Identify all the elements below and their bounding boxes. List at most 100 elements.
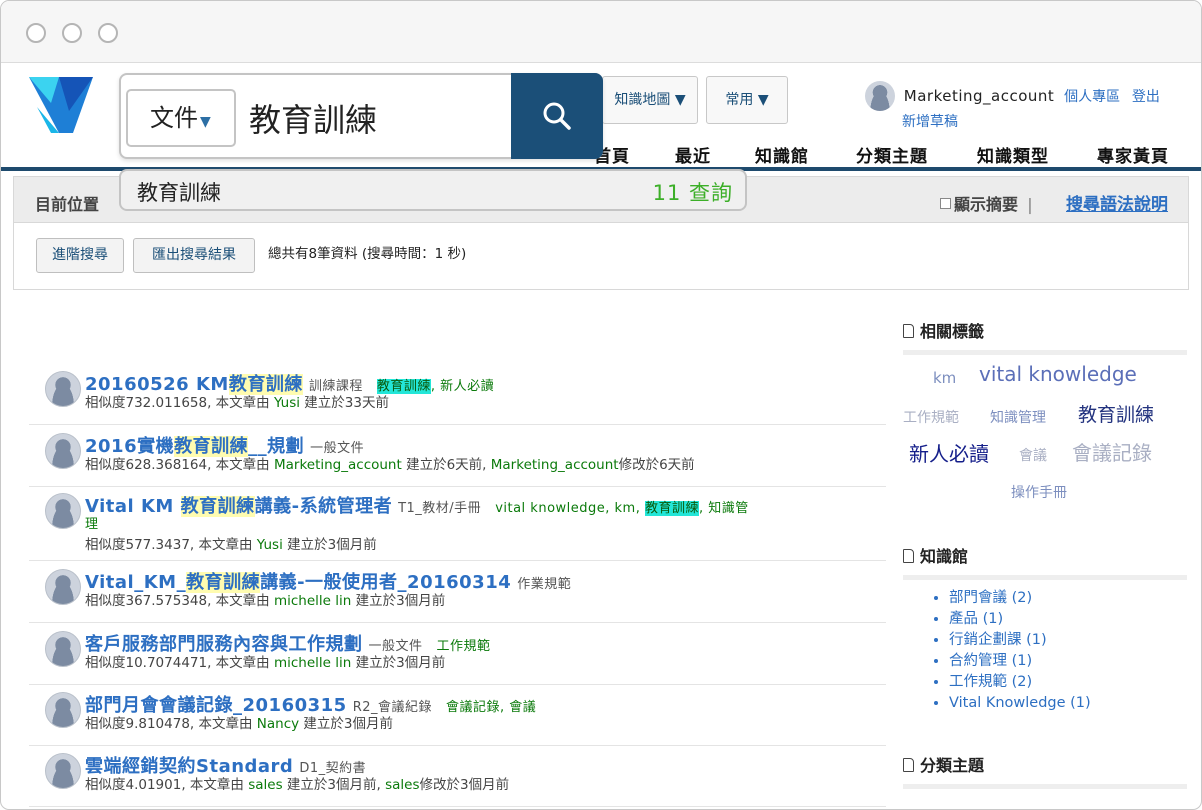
knowledge-hall-header: 知識館 xyxy=(903,543,1187,580)
result-tag[interactable]: vital knowledge xyxy=(495,501,605,516)
browser-window: 知識地圖 ▼ 常用 ▼ Marketing_account 個人專區 登出 新增… xyxy=(0,0,1202,810)
current-location-label: 目前位置 xyxy=(35,195,100,214)
result-editor[interactable]: sales xyxy=(385,777,419,793)
minimize-window-dot[interactable] xyxy=(62,23,82,43)
result-tag[interactable]: 教育訓練 xyxy=(645,501,700,516)
cloud-tag[interactable]: 新人必讀 xyxy=(909,438,989,467)
cloud-tag[interactable]: 教育訓練 xyxy=(1078,400,1154,427)
cloud-tag[interactable]: 會議記錄 xyxy=(1072,437,1152,466)
result-tag[interactable]: 會議 xyxy=(509,700,536,715)
window-titlebar xyxy=(1,1,1201,63)
result-row: 20160526 KM教育訓練 訓練課程 教育訓練, 新人必讀 相似度732.0116… xyxy=(29,365,886,425)
result-meta: 相似度10.7074471, 本文章由 michelle lin 建立於3個月前 xyxy=(85,651,445,671)
cloud-tag[interactable]: km xyxy=(933,369,956,387)
knowledge-hall-item[interactable]: 行銷企劃課 (1) xyxy=(949,630,1187,651)
cloud-tag[interactable]: vital knowledge xyxy=(979,362,1137,386)
close-window-dot[interactable] xyxy=(26,23,46,43)
cloud-tag[interactable]: 操作手冊 xyxy=(1011,482,1067,502)
author-avatar xyxy=(45,692,81,728)
nav-category[interactable]: 分類主題 xyxy=(856,142,928,167)
result-title[interactable]: Vital KM 教育訓練講義-系統管理者 T1_教材/手冊 vital knowl… xyxy=(85,492,749,518)
document-icon xyxy=(903,324,914,338)
doc-type-select[interactable]: 文件 ▼ xyxy=(126,89,236,147)
syntax-help-link[interactable]: 搜尋語法說明 xyxy=(1066,190,1168,215)
result-summary: 總共有8筆資料 (搜尋時間：1 秒) xyxy=(268,246,467,262)
tag-separator: , xyxy=(500,700,510,715)
result-author[interactable]: michelle lin xyxy=(274,655,351,671)
tag-separator: , xyxy=(605,501,615,516)
personal-area-link[interactable]: 個人專區 xyxy=(1064,89,1120,105)
tag-cloud: km vital knowledge 工作規範 知識管理 教育訓練新人必讀 會議 會議記錄操… xyxy=(903,355,1187,515)
logout-link[interactable]: 登出 xyxy=(1132,89,1160,105)
doc-type-value: 文件 xyxy=(150,104,198,132)
cloud-tag[interactable]: 知識管理 xyxy=(990,407,1046,427)
advanced-search-button[interactable]: 進階搜尋 xyxy=(36,238,124,273)
category-section: 分類主題 xyxy=(903,752,1187,789)
author-avatar xyxy=(45,753,81,789)
cloud-tag[interactable]: 工作規範 xyxy=(903,407,959,427)
related-tags-header: 相關標籤 xyxy=(903,318,1187,355)
knowledge-hall-item[interactable]: 合約管理 (1) xyxy=(949,651,1187,672)
result-row: 部門月會會議記錄_20160315 R2_會議紀錄 會議記錄, 會議 相似度9.810… xyxy=(29,686,886,746)
category-title: 分類主題 xyxy=(920,756,985,775)
result-author[interactable]: Yusi xyxy=(257,537,283,553)
result-modified: 修改於6天前 xyxy=(618,457,695,473)
nav-knowledge-hall[interactable]: 知識館 xyxy=(755,142,809,167)
result-meta: 相似度628.368164, 本文章由 Marketing_account 建立… xyxy=(85,453,695,473)
result-author[interactable]: Nancy xyxy=(257,716,299,732)
result-tag[interactable]: 新人必讀 xyxy=(440,379,494,394)
search-suggestion[interactable]: 教育訓練 11 查詢 xyxy=(119,169,747,211)
result-tag[interactable]: 知識管 xyxy=(708,501,749,516)
search-button[interactable] xyxy=(511,73,603,159)
result-score: 相似度10.7074471, 本文章由 xyxy=(85,655,274,671)
new-draft-link[interactable]: 新增草稿 xyxy=(902,111,958,131)
result-meta: 相似度9.810478, 本文章由 Nancy 建立於3個月前 xyxy=(85,712,393,732)
result-row: 2016實機教育訓練__規劃 一般文件 相似度628.368164, 本文章由 Ma… xyxy=(29,427,886,487)
nav-expert-pages[interactable]: 專家黃頁 xyxy=(1097,142,1169,167)
author-avatar xyxy=(45,631,81,667)
site-header: 知識地圖 ▼ 常用 ▼ Marketing_account 個人專區 登出 新增… xyxy=(1,63,1201,171)
related-tags-section: 相關標籤 km vital knowledge 工作規範 知識管理 教育訓練新人必讀 會議… xyxy=(903,318,1187,515)
nav-recent[interactable]: 最近 xyxy=(675,142,711,167)
knowledge-hall-item[interactable]: 產品 (1) xyxy=(949,609,1187,630)
result-row: Vital KM 教育訓練講義-系統管理者 T1_教材/手冊 vital knowl… xyxy=(29,487,886,561)
user-avatar xyxy=(865,81,895,111)
result-tag[interactable]: 會議記錄 xyxy=(446,700,500,715)
search-input[interactable]: 教育訓練 xyxy=(249,95,377,141)
nav-knowledge-type[interactable]: 知識類型 xyxy=(977,142,1049,167)
result-author[interactable]: michelle lin xyxy=(274,593,351,609)
knowledge-map-button[interactable]: 知識地圖 ▼ xyxy=(602,76,698,124)
result-created: 建立於6天前, xyxy=(401,457,491,473)
knowledge-map-label: 知識地圖 ▼ xyxy=(614,92,686,108)
document-icon xyxy=(903,758,914,772)
result-category: 作業規範 xyxy=(517,577,572,592)
result-created: 建立於3個月前 xyxy=(299,716,394,732)
vital-logo[interactable] xyxy=(29,77,93,133)
knowledge-hall-item[interactable]: 工作規範 (2) xyxy=(949,672,1187,693)
knowledge-hall-item[interactable]: 部門會議 (2) xyxy=(949,588,1187,609)
cloud-tag[interactable]: 會議 xyxy=(1019,445,1047,465)
maximize-window-dot[interactable] xyxy=(98,23,118,43)
result-tag[interactable]: km xyxy=(615,501,636,516)
tag-separator: , xyxy=(430,379,441,394)
export-results-button[interactable]: 匯出搜尋結果 xyxy=(133,238,255,273)
result-author[interactable]: sales xyxy=(248,777,282,793)
result-tag-wrap[interactable]: 理 xyxy=(85,513,98,532)
result-author[interactable]: Marketing_account xyxy=(274,457,402,473)
result-score: 相似度628.368164, 本文章由 xyxy=(85,457,274,473)
result-created: 建立於3個月前, xyxy=(282,777,386,793)
search-box: 文件 ▼ 教育訓練 xyxy=(119,73,603,159)
knowledge-hall-title: 知識館 xyxy=(920,547,969,566)
result-modified: 修改於3個月前 xyxy=(419,777,510,793)
show-summary-checkbox[interactable] xyxy=(940,198,951,209)
separator: | xyxy=(1027,195,1033,214)
result-editor[interactable]: Marketing_account xyxy=(491,457,619,473)
result-author[interactable]: Yusi xyxy=(274,395,300,411)
user-name: Marketing_account xyxy=(903,86,1055,105)
document-icon xyxy=(903,549,914,563)
common-menu-button[interactable]: 常用 ▼ xyxy=(706,76,788,124)
result-meta: 相似度4.01901, 本文章由 sales 建立於3個月前, sales修改於… xyxy=(85,773,509,793)
result-created: 建立於3個月前 xyxy=(351,593,446,609)
show-summary-toggle[interactable]: 顯示摘要 | xyxy=(940,191,1042,215)
knowledge-hall-item[interactable]: Vital Knowledge (1) xyxy=(949,693,1187,714)
